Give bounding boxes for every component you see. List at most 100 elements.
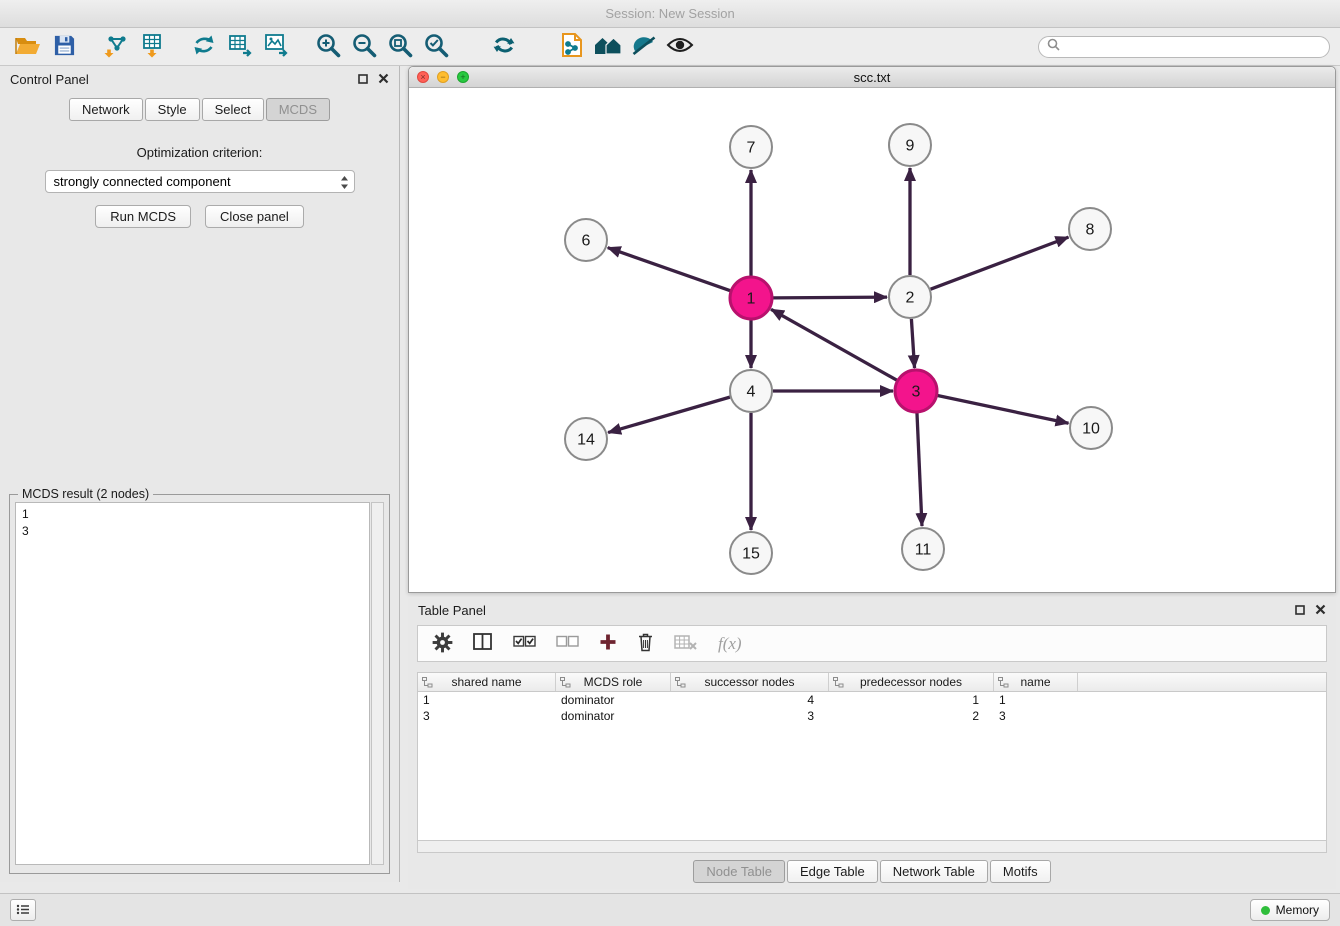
window-maximize-button[interactable]: + — [457, 71, 469, 83]
run-mcds-button[interactable]: Run MCDS — [95, 205, 191, 228]
close-panel-button[interactable] — [378, 72, 389, 87]
import-network-button[interactable] — [98, 31, 134, 63]
app-title: Session: New Session — [605, 6, 734, 21]
zoom-selected-icon — [423, 32, 450, 62]
mcds-result-list[interactable]: 1 3 — [15, 502, 370, 865]
table-settings-button[interactable] — [432, 632, 453, 656]
table-row[interactable]: 3 dominator 3 2 3 — [418, 708, 1326, 724]
refresh-arrows-icon — [491, 32, 517, 61]
export-table-button[interactable] — [222, 31, 258, 63]
tab-style[interactable]: Style — [145, 98, 200, 121]
tab-edge-table[interactable]: Edge Table — [787, 860, 878, 883]
cell-predecessor-nodes[interactable]: 1 — [829, 693, 994, 707]
import-table-button[interactable] — [134, 31, 170, 63]
memory-status-dot — [1261, 906, 1270, 915]
column-header-successor-nodes[interactable]: successor nodes — [671, 673, 829, 691]
float-panel-button[interactable] — [358, 72, 368, 87]
cell-name[interactable]: 1 — [994, 693, 1078, 707]
graph-node-14[interactable]: 14 — [565, 418, 607, 460]
search-input[interactable] — [1065, 40, 1321, 54]
graph-edge-3-11[interactable] — [917, 413, 922, 526]
graph-node-15[interactable]: 15 — [730, 532, 772, 574]
show-graphics-details-button[interactable] — [662, 31, 698, 63]
open-session-button[interactable] — [10, 31, 46, 63]
close-table-panel-button[interactable] — [1315, 603, 1326, 618]
graph-node-4[interactable]: 4 — [730, 370, 772, 412]
float-window-icon — [358, 72, 368, 87]
mcds-result-title: MCDS result (2 nodes) — [18, 487, 153, 501]
graph-edge-3-10[interactable] — [938, 396, 1069, 424]
column-header-name[interactable]: name — [994, 673, 1078, 691]
delete-column-button[interactable] — [637, 632, 654, 655]
column-header-mcds-role[interactable]: MCDS role — [556, 673, 671, 691]
graph-edge-2-8[interactable] — [931, 237, 1069, 289]
float-window-icon — [1295, 603, 1305, 618]
checked-boxes-icon — [513, 635, 536, 652]
graph-node-6[interactable]: 6 — [565, 219, 607, 261]
style-brush-button[interactable] — [626, 31, 662, 63]
unselect-all-columns-button[interactable] — [556, 635, 579, 652]
graph-node-11[interactable]: 11 — [902, 528, 944, 570]
graph-edge-2-3[interactable] — [911, 319, 914, 368]
cell-shared-name[interactable]: 3 — [418, 709, 556, 723]
close-panel-action-button[interactable]: Close panel — [205, 205, 304, 228]
window-close-button[interactable]: × — [417, 71, 429, 83]
zoom-selected-button[interactable] — [418, 31, 454, 63]
table-horizontal-scrollbar[interactable] — [418, 840, 1326, 852]
graph-edge-1-6[interactable] — [608, 248, 731, 291]
cell-name[interactable]: 3 — [994, 709, 1078, 723]
global-search-field[interactable] — [1038, 36, 1330, 58]
graph-edge-1-2[interactable] — [773, 297, 887, 298]
create-column-button[interactable] — [599, 633, 617, 654]
criterion-dropdown[interactable]: strongly connected component — [45, 170, 355, 193]
graph-node-9[interactable]: 9 — [889, 124, 931, 166]
save-session-button[interactable] — [46, 31, 82, 63]
apply-layout-button[interactable] — [486, 31, 522, 63]
float-table-panel-button[interactable] — [1295, 603, 1305, 618]
export-image-button[interactable] — [258, 31, 294, 63]
memory-button[interactable]: Memory — [1250, 899, 1330, 921]
show-hidden-panels-button[interactable] — [10, 899, 36, 921]
tab-mcds[interactable]: MCDS — [266, 98, 330, 121]
graph-node-2[interactable]: 2 — [889, 276, 931, 318]
tab-node-table[interactable]: Node Table — [693, 860, 785, 883]
table-panel-tabs: Node Table Edge Table Network Table Moti… — [408, 860, 1336, 883]
app-titlebar: Session: New Session — [0, 0, 1340, 28]
zoom-fit-button[interactable] — [382, 31, 418, 63]
cell-successor-nodes[interactable]: 4 — [671, 693, 829, 707]
zoom-out-button[interactable] — [346, 31, 382, 63]
cell-mcds-role[interactable]: dominator — [556, 709, 671, 723]
zoom-fit-icon — [387, 32, 414, 62]
export-network-button[interactable] — [186, 31, 222, 63]
cell-predecessor-nodes[interactable]: 2 — [829, 709, 994, 723]
tab-motifs[interactable]: Motifs — [990, 860, 1051, 883]
cell-successor-nodes[interactable]: 3 — [671, 709, 829, 723]
graph-edge-3-1[interactable] — [771, 309, 897, 380]
graph-node-10[interactable]: 10 — [1070, 407, 1112, 449]
graph-node-8[interactable]: 8 — [1069, 208, 1111, 250]
zoom-in-button[interactable] — [310, 31, 346, 63]
cell-mcds-role[interactable]: dominator — [556, 693, 671, 707]
window-minimize-button[interactable]: − — [437, 71, 449, 83]
network-window-titlebar[interactable]: × − + scc.txt — [409, 67, 1335, 88]
table-row[interactable]: 1 dominator 4 1 1 — [418, 692, 1326, 708]
clone-network-button[interactable] — [554, 31, 590, 63]
graph-edge-4-14[interactable] — [608, 397, 730, 432]
column-header-predecessor-nodes[interactable]: predecessor nodes — [829, 673, 994, 691]
tab-select[interactable]: Select — [202, 98, 264, 121]
cell-shared-name[interactable]: 1 — [418, 693, 556, 707]
graph-node-7[interactable]: 7 — [730, 126, 772, 168]
column-header-shared-name[interactable]: shared name — [418, 673, 556, 691]
graph-node-3[interactable]: 3 — [895, 370, 937, 412]
tab-network-table[interactable]: Network Table — [880, 860, 988, 883]
export-image-icon — [263, 32, 289, 61]
home-button[interactable] — [590, 31, 626, 63]
network-canvas[interactable]: 7 9 6 8 1 2 4 3 14 10 15 11 — [409, 88, 1335, 592]
show-columns-button[interactable] — [473, 633, 493, 654]
graph-node-1[interactable]: 1 — [730, 277, 772, 319]
select-all-columns-button[interactable] — [513, 635, 536, 652]
result-scrollbar[interactable] — [371, 502, 384, 865]
main-toolbar — [0, 28, 1340, 66]
document-share-icon — [560, 32, 584, 61]
tab-network[interactable]: Network — [69, 98, 143, 121]
